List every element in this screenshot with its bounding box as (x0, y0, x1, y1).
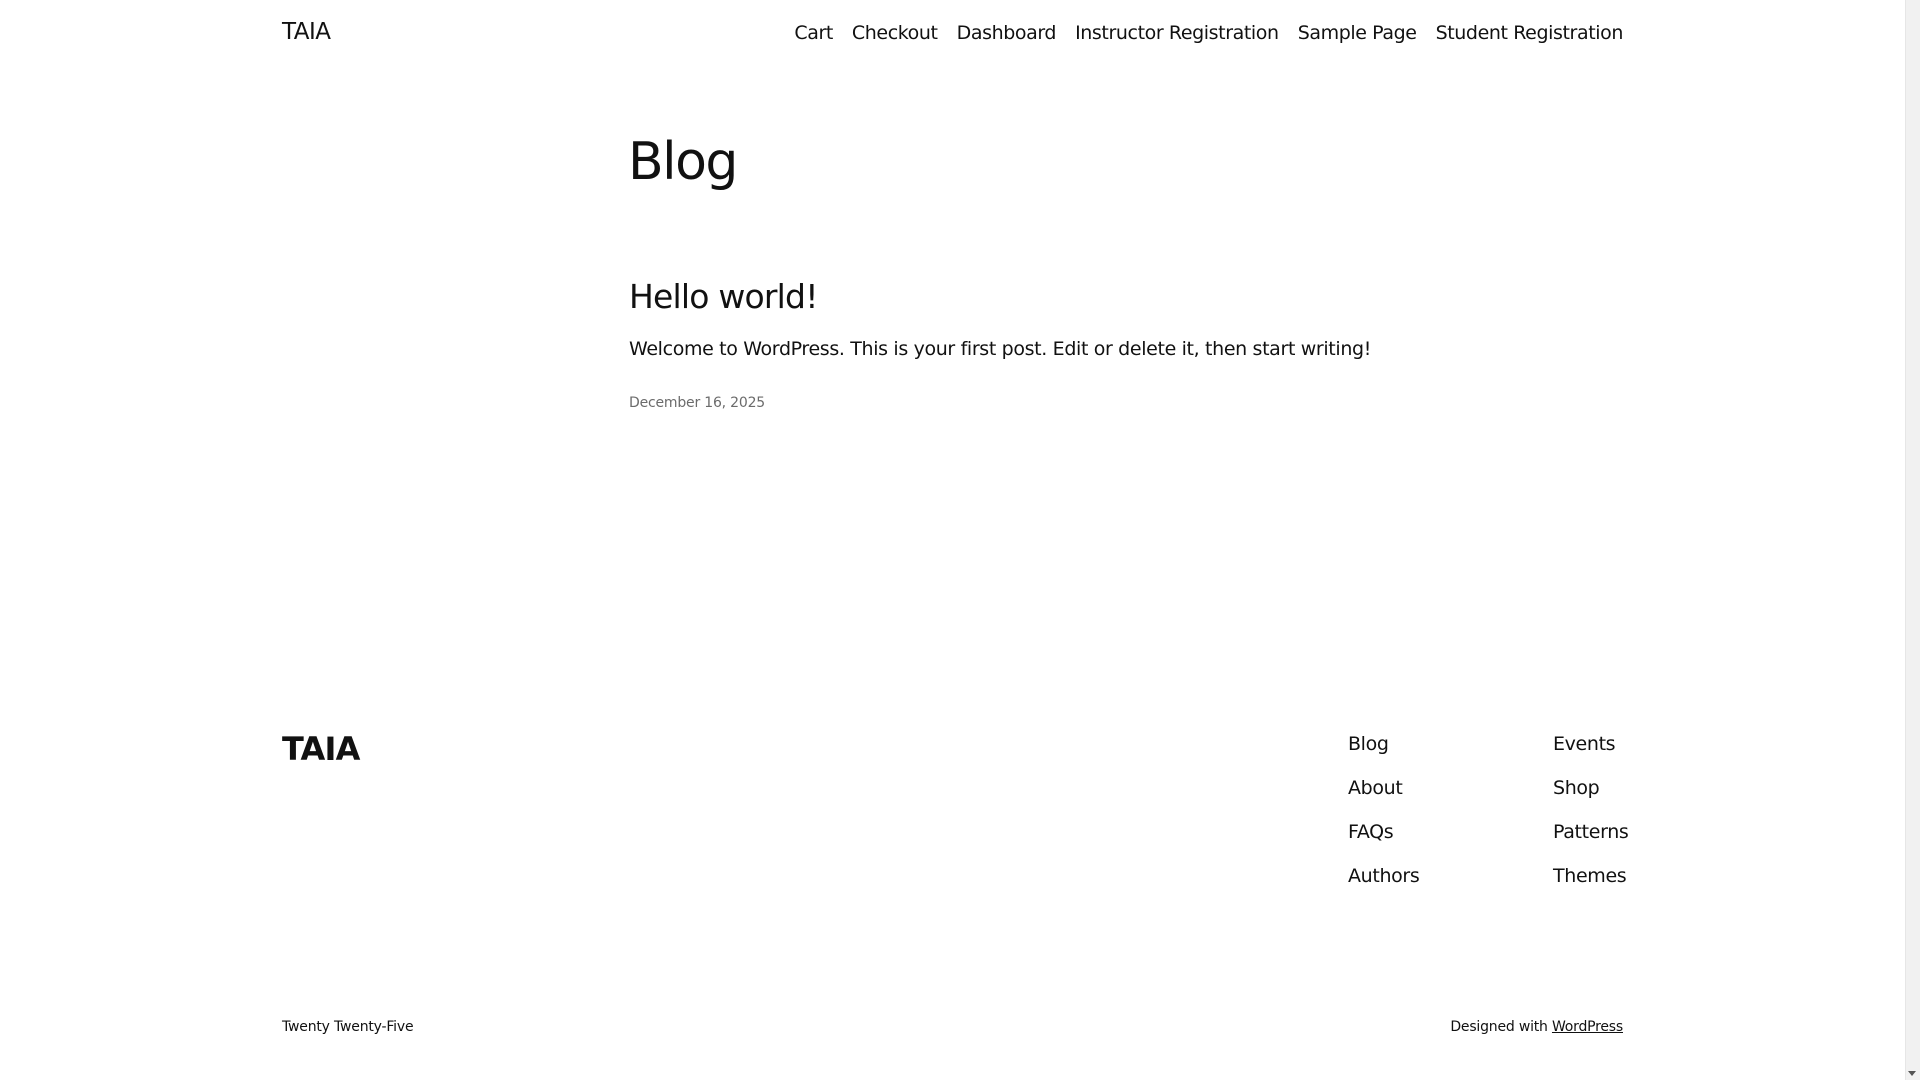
post-excerpt: Welcome to WordPress. This is your first… (629, 338, 1372, 360)
designed-with-credit: Designed with WordPress (1450, 1019, 1623, 1035)
scroll-down-arrow-icon[interactable] (1908, 1071, 1916, 1076)
wordpress-link[interactable]: WordPress (1552, 1019, 1623, 1035)
vertical-scrollbar[interactable] (1905, 0, 1920, 1080)
site-header: TAIA Cart Checkout Dashboard Instructor … (0, 0, 1905, 70)
nav-item-student-registration[interactable]: Student Registration (1436, 22, 1624, 44)
footer-link-themes[interactable]: Themes (1553, 864, 1628, 888)
footer-nav-column-1: Blog About FAQs Authors (1348, 732, 1420, 888)
footer-link-shop[interactable]: Shop (1553, 776, 1628, 800)
footer-link-events[interactable]: Events (1553, 732, 1628, 756)
post-title-link[interactable]: Hello world! (629, 278, 818, 315)
theme-credit: Twenty Twenty-Five (282, 1019, 414, 1035)
nav-item-sample-page[interactable]: Sample Page (1298, 22, 1417, 44)
footer-link-about[interactable]: About (1348, 776, 1419, 800)
designed-with-prefix: Designed with (1450, 1019, 1552, 1035)
post-date[interactable]: December 16, 2025 (629, 395, 765, 411)
footer-link-faqs[interactable]: FAQs (1348, 820, 1419, 844)
nav-item-checkout[interactable]: Checkout (852, 22, 938, 44)
nav-item-cart[interactable]: Cart (794, 22, 833, 44)
nav-item-instructor-registration[interactable]: Instructor Registration (1075, 22, 1279, 44)
footer-nav-column-2: Events Shop Patterns Themes (1553, 732, 1629, 888)
footer-link-patterns[interactable]: Patterns (1553, 820, 1629, 844)
footer-link-authors[interactable]: Authors (1348, 864, 1420, 888)
primary-nav: Cart Checkout Dashboard Instructor Regis… (794, 22, 1623, 44)
site-title-link[interactable]: TAIA (282, 19, 331, 45)
nav-item-dashboard[interactable]: Dashboard (957, 22, 1057, 44)
page: TAIA Cart Checkout Dashboard Instructor … (0, 0, 1905, 1080)
page-title: Blog (628, 132, 738, 192)
footer-link-blog[interactable]: Blog (1348, 732, 1419, 756)
footer-site-title-link[interactable]: TAIA (282, 730, 360, 768)
